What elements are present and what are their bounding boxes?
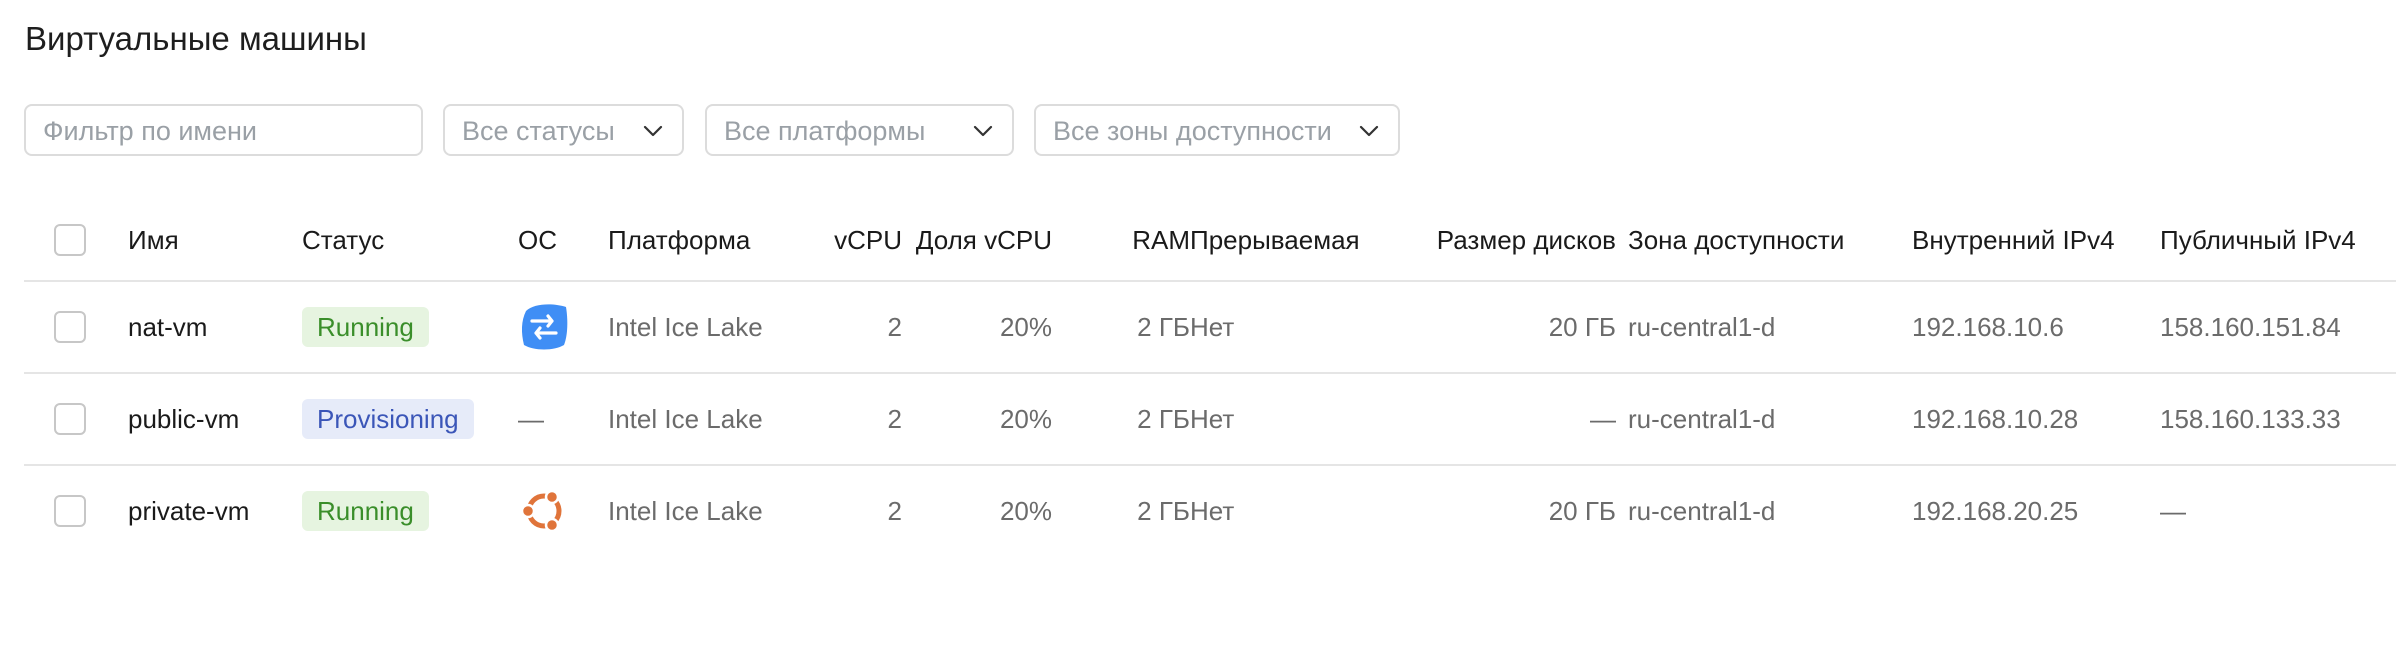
- zone-filter-select[interactable]: Все зоны доступности: [1034, 104, 1400, 156]
- platform-cell: Intel Ice Lake: [608, 495, 763, 526]
- platform-filter-value: Все платформы: [724, 116, 926, 146]
- chevron-down-icon: [643, 125, 663, 137]
- zone-cell: ru-central1-d: [1628, 495, 1776, 526]
- header-zone[interactable]: Зона доступности: [1628, 200, 1898, 280]
- header-os[interactable]: ОС: [518, 200, 588, 280]
- vcpu-share-cell: 20%: [999, 403, 1052, 434]
- row-checkbox[interactable]: [54, 311, 86, 343]
- name-filter-input[interactable]: Фильтр по имени: [24, 104, 423, 156]
- table-row[interactable]: nat-vm Running Intel Ice Lake 2 20% 2 ГБ…: [24, 282, 2396, 374]
- preemptible-cell: Нет: [1190, 495, 1235, 526]
- preemptible-cell: Нет: [1190, 403, 1235, 434]
- status-badge: Running: [302, 307, 429, 347]
- internal-ipv4-cell: 192.168.10.6: [1912, 311, 2064, 342]
- zone-filter-value: Все зоны доступности: [1053, 116, 1332, 146]
- vcpu-cell: 2: [887, 311, 902, 342]
- select-all-checkbox[interactable]: [54, 224, 86, 256]
- vcpu-share-cell: 20%: [999, 495, 1052, 526]
- header-public-ipv4[interactable]: Публичный IPv4: [2160, 200, 2396, 280]
- header-name[interactable]: Имя: [128, 200, 298, 280]
- table-row[interactable]: public-vm Provisioning — Intel Ice Lake …: [24, 374, 2396, 466]
- ubuntu-icon: [520, 489, 562, 533]
- status-filter-select[interactable]: Все статусы: [443, 104, 684, 156]
- disk-size-cell: 20 ГБ: [1548, 311, 1616, 342]
- vm-name[interactable]: nat-vm: [128, 282, 298, 372]
- vm-name[interactable]: private-vm: [128, 466, 298, 556]
- preemptible-cell: Нет: [1190, 311, 1235, 342]
- name-filter-placeholder: Фильтр по имени: [43, 116, 257, 146]
- vcpu-cell: 2: [887, 495, 902, 526]
- zone-cell: ru-central1-d: [1628, 403, 1776, 434]
- public-ipv4-cell: 158.160.133.33: [2160, 403, 2341, 434]
- vm-table: Имя Статус ОС Платформа vCPU Доля vCPU R…: [24, 200, 2396, 556]
- vm-name[interactable]: public-vm: [128, 374, 298, 464]
- row-checkbox[interactable]: [54, 495, 86, 527]
- public-ipv4-cell: 158.160.151.84: [2160, 311, 2341, 342]
- internal-ipv4-cell: 192.168.20.25: [1912, 495, 2079, 526]
- vcpu-cell: 2: [887, 403, 902, 434]
- table-row[interactable]: private-vm Running Intel Ice Lake 2 20% …: [24, 466, 2396, 556]
- header-disk-size[interactable]: Размер дисков: [1404, 200, 1616, 280]
- header-preemptible[interactable]: Прерываемая: [1190, 200, 1380, 280]
- nat-instance-arrows-icon: [521, 304, 568, 350]
- ram-cell: 2 ГБ: [1137, 403, 1190, 434]
- platform-cell: Intel Ice Lake: [608, 403, 763, 434]
- platform-cell: Intel Ice Lake: [608, 311, 763, 342]
- os-cell: —: [518, 403, 544, 434]
- status-badge: Provisioning: [302, 399, 474, 439]
- vcpu-share-cell: 20%: [999, 311, 1052, 342]
- disk-size-cell: 20 ГБ: [1548, 495, 1616, 526]
- row-checkbox[interactable]: [54, 403, 86, 435]
- page-title: Виртуальные машины: [25, 20, 367, 57]
- zone-cell: ru-central1-d: [1628, 311, 1776, 342]
- header-ram[interactable]: RAM: [1064, 200, 1190, 280]
- public-ipv4-cell: —: [2160, 495, 2186, 526]
- table-header: Имя Статус ОС Платформа vCPU Доля vCPU R…: [24, 200, 2396, 282]
- header-platform[interactable]: Платформа: [608, 200, 808, 280]
- header-vcpu[interactable]: vCPU: [796, 200, 902, 280]
- status-filter-value: Все статусы: [462, 116, 615, 146]
- internal-ipv4-cell: 192.168.10.28: [1912, 403, 2079, 434]
- ram-cell: 2 ГБ: [1137, 311, 1190, 342]
- header-status[interactable]: Статус: [302, 200, 512, 280]
- disk-size-cell: —: [1590, 403, 1616, 434]
- chevron-down-icon: [1359, 125, 1379, 137]
- header-vcpu-share[interactable]: Доля vCPU: [916, 200, 1052, 280]
- ram-cell: 2 ГБ: [1137, 495, 1190, 526]
- header-internal-ipv4[interactable]: Внутренний IPv4: [1912, 200, 2152, 280]
- chevron-down-icon: [973, 125, 993, 137]
- platform-filter-select[interactable]: Все платформы: [705, 104, 1014, 156]
- status-badge: Running: [302, 491, 429, 531]
